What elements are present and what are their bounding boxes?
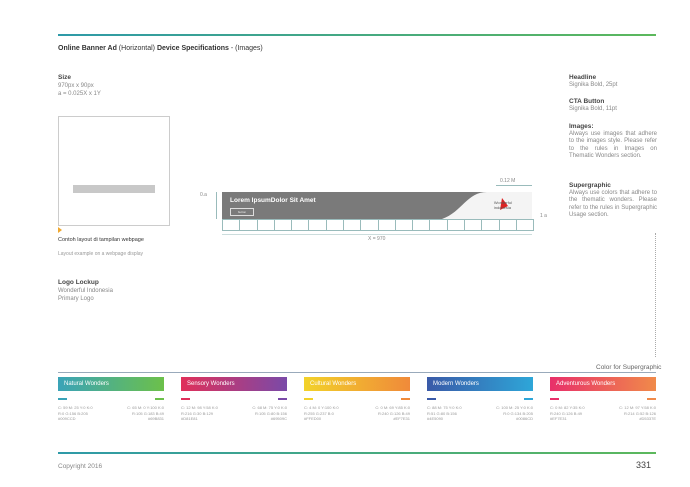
color-swatch-right <box>278 398 287 400</box>
color-swatch-left <box>58 398 67 400</box>
color-spec-left: C: 0 M: 82 Y:35 K:0 R:240 G:126 B:49 #EF7E… <box>550 405 585 421</box>
mockup-banner-placeholder <box>73 185 155 193</box>
spec-supergraphic: Supergraphic Always use colors that adhe… <box>569 182 657 218</box>
color-spec-right: C: 68 M: 75 Y:0 K:0 R:105 G:80 B:156 #6950… <box>252 405 287 421</box>
dim-left-line <box>216 192 217 219</box>
dim-width-label: X = 970 <box>368 236 386 242</box>
top-rule <box>58 34 656 36</box>
color-swatch-left <box>427 398 436 400</box>
color-spec-left: C: 88 M: 75 Y:0 K:0 R:51 G:80 B:156 #4E509… <box>427 405 462 421</box>
banner-cta-button: button <box>230 208 254 216</box>
arrow-right-icon <box>58 227 62 233</box>
copyright: Copyright 2016 <box>58 463 103 470</box>
color-swatch-right <box>647 398 656 400</box>
banner-logo: Wonderful indonesia <box>493 200 512 210</box>
caption-indonesian: Contoh layout di tampilan webpage <box>58 237 144 243</box>
logo-lockup-values: Wonderful Indonesia Primary Logo <box>58 288 113 302</box>
color-spec-left: C: 59 M: 25 Y:0 K:0 R:0 G:156 B:205 #009CC… <box>58 405 93 421</box>
spec-headline: Headline Signika Bold, 25pt <box>569 74 618 88</box>
wonder-gradient-bar: Adventurous Wonders <box>550 377 656 391</box>
webpage-layout-mockup <box>58 116 170 226</box>
color-swatch-right <box>401 398 410 400</box>
color-swatch-right <box>524 398 533 400</box>
wonder-gradient-bar: Modern Wonders <box>427 377 533 391</box>
color-spec-right: C: 65 M: 0 Y:100 K:0 R:105 G:183 B:49 #69B… <box>127 405 164 421</box>
spec-images: Images: Always use images that adhere to… <box>569 123 657 159</box>
dim-left-label: 0.a <box>200 192 207 198</box>
logo-lockup-heading: Logo Lockup <box>58 279 99 286</box>
banner-headline: Lorem IpsumDolor Sit Amet <box>230 197 316 204</box>
wonder-gradient-bar: Cultural Wonders <box>304 377 410 391</box>
caption-english: Layout example on a webpage display <box>58 251 144 257</box>
color-swatch-left <box>550 398 559 400</box>
color-swatch-right <box>155 398 164 400</box>
page-number: 331 <box>636 460 652 470</box>
wonder-gradient-bar: Natural Wonders <box>58 377 164 391</box>
dim-width-line <box>222 234 532 235</box>
color-swatch-left <box>304 398 313 400</box>
color-spec-right: C: 100 M: 25 Y:0 K:0 R:0 G:134 B:205 #0086… <box>496 405 533 421</box>
color-spec-left: C: 4 M: 0 Y:100 K:0 R:255 G:237 B:0 #FFED0… <box>304 405 339 421</box>
color-swatch-left <box>181 398 190 400</box>
dotted-divider <box>655 233 656 357</box>
bottom-rule <box>58 452 656 454</box>
size-values: 970px x 90px a = 0.025X x 1Y <box>58 83 101 97</box>
banner-grid <box>222 219 534 231</box>
banner-ad: Lorem IpsumDolor Sit Amet button Wonderf… <box>222 192 532 219</box>
color-spec-left: C: 12 M: 98 Y:58 K:0 R:216 G:30 B:129 #D81… <box>181 405 218 421</box>
dim-top-line <box>496 185 532 186</box>
size-heading: Size <box>58 74 72 81</box>
color-spec-right: C: 0 M: 69 Y:85 K:0 R:240 G:126 B:49 #EF7E… <box>375 405 410 421</box>
wonder-gradient-bar: Sensory Wonders <box>181 377 287 391</box>
supergraphic-label: Color for Supergraphic <box>596 364 662 371</box>
spec-cta: CTA Button Signika Bold, 11pt <box>569 98 617 112</box>
supergraphic-rule <box>58 372 656 373</box>
banner-wave-shape <box>442 192 532 219</box>
page-title: Online Banner Ad (Horizontal) Device Spe… <box>58 45 263 52</box>
color-spec-right: C: 12 M: 97 Y:58 K:0 R:214 G:52 B:126 #D53… <box>619 405 656 421</box>
dim-top-label: 0.12 M <box>500 178 516 184</box>
dim-right-label: 1 a <box>540 213 547 219</box>
